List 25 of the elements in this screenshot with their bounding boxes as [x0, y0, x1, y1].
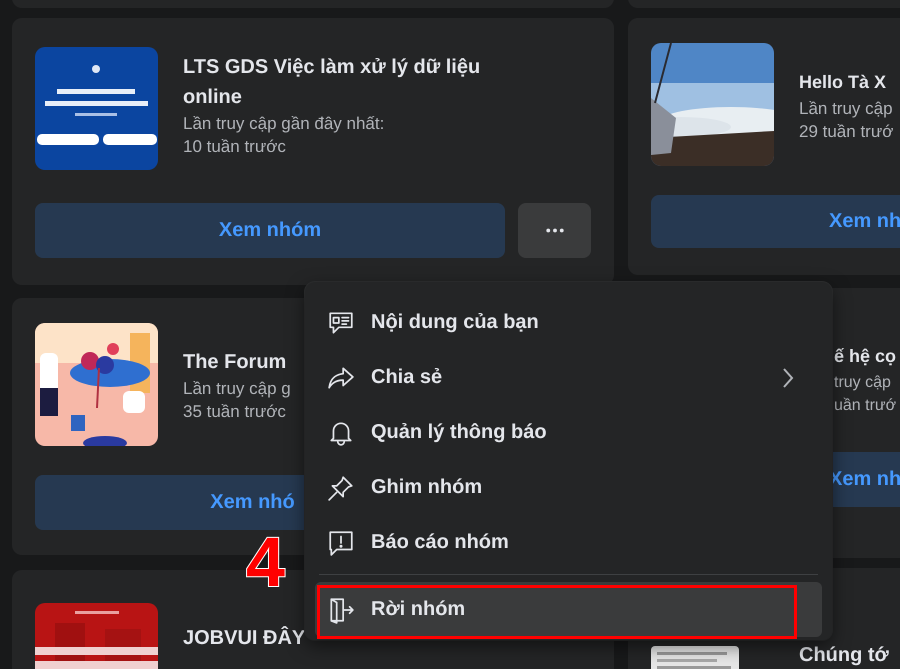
group-name: The Forum: [183, 350, 288, 374]
last-visit-label: Lần truy cập: [799, 98, 894, 120]
last-visit-time: 35 tuần trước: [183, 400, 287, 422]
last-visit-time: 29 tuần trướ: [799, 120, 894, 142]
last-visit-time: 10 tuần trước: [183, 136, 287, 158]
last-visit-label: Lần truy cập g: [183, 378, 291, 400]
group-name: Hello Tà X: [799, 70, 888, 94]
group-name: Chúng tớ: [799, 643, 889, 668]
menu-item[interactable]: Nội dung của bạn: [315, 295, 822, 350]
more-button[interactable]: [518, 203, 591, 258]
menu-item[interactable]: Quản lý thông báo: [315, 405, 822, 460]
view-group-button[interactable]: Xem nhóm: [35, 203, 505, 258]
menu-item[interactable]: Chia sẻ: [315, 350, 822, 405]
pin-icon: [327, 474, 355, 502]
step-number: 4: [246, 527, 285, 597]
group-name: LTS GDS Việc làm xử lý dữ liệu online: [183, 54, 482, 110]
last-visit-label: Lần truy cập gần đây nhất:: [183, 112, 386, 134]
group-name: ế hệ cọ: [834, 344, 896, 368]
view-group-button[interactable]: Xem nh: [651, 195, 900, 248]
more-icon: [546, 228, 564, 233]
last-visit-time: uần trướ: [834, 396, 896, 416]
menu-item[interactable]: Rời nhóm: [315, 582, 822, 637]
report-icon: [327, 528, 355, 556]
last-visit-label: truy cập: [834, 372, 892, 392]
group-name: JOBVUI ĐÂY: [183, 625, 306, 651]
